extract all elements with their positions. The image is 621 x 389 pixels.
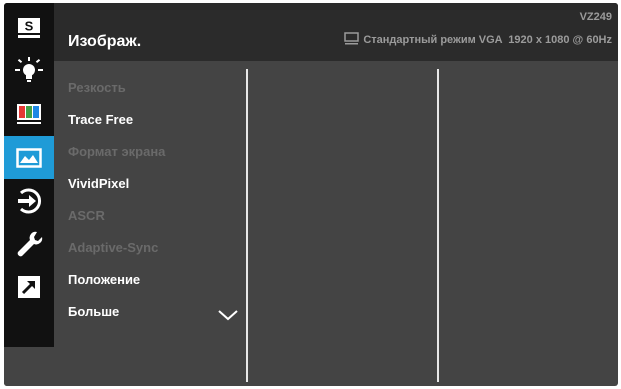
menu-item-aspect-control: Формат экрана [68, 144, 166, 159]
menu-item-sharpness: Резкость [68, 80, 126, 95]
color-bars-icon [16, 103, 42, 125]
model-name: VZ249 [579, 11, 612, 23]
sidebar-item-color[interactable] [4, 92, 54, 135]
status-text: Стандартный режим VGA 1920 x 1080 @ 60Hz [363, 34, 612, 46]
menu-item-adaptive-sync: Adaptive-Sync [68, 240, 159, 255]
chevron-down-icon[interactable] [217, 308, 239, 326]
sidebar: S [4, 3, 54, 347]
svg-text:S: S [25, 18, 34, 33]
menu-item-trace-free[interactable]: Trace Free [68, 109, 248, 131]
sidebar-item-shortcut[interactable] [4, 265, 54, 308]
page-title: Изображ. [68, 33, 142, 50]
status-info: Стандартный режим VGA 1920 x 1080 @ 60Hz [344, 32, 612, 48]
sidebar-item-setup[interactable] [4, 222, 54, 265]
monitor-icon [344, 32, 360, 48]
menu-item-position[interactable]: Положение [68, 269, 248, 291]
sidebar-footer [4, 347, 54, 386]
brightness-icon [14, 56, 44, 85]
menu-item-ascr: ASCR [68, 208, 105, 223]
header: Изображ. VZ249 Стандартный режим VGA 192… [54, 3, 618, 61]
sidebar-item-brightness[interactable] [4, 49, 54, 92]
image-icon [16, 147, 42, 168]
sidebar-item-input[interactable] [4, 179, 54, 222]
column-divider-2 [437, 69, 439, 382]
shortcut-arrow-icon [17, 275, 41, 299]
sidebar-item-splendid[interactable]: S [4, 6, 54, 49]
column-divider-1 [246, 69, 248, 382]
splendid-s-icon: S [17, 17, 41, 39]
menu-item-vividpixel[interactable]: VividPixel [68, 173, 248, 195]
input-select-icon [15, 187, 43, 215]
osd-panel: S Изображ. VZ249 Стандартный режим VGA 1… [4, 3, 618, 386]
sidebar-item-image[interactable] [4, 136, 54, 179]
wrench-icon [15, 230, 43, 258]
